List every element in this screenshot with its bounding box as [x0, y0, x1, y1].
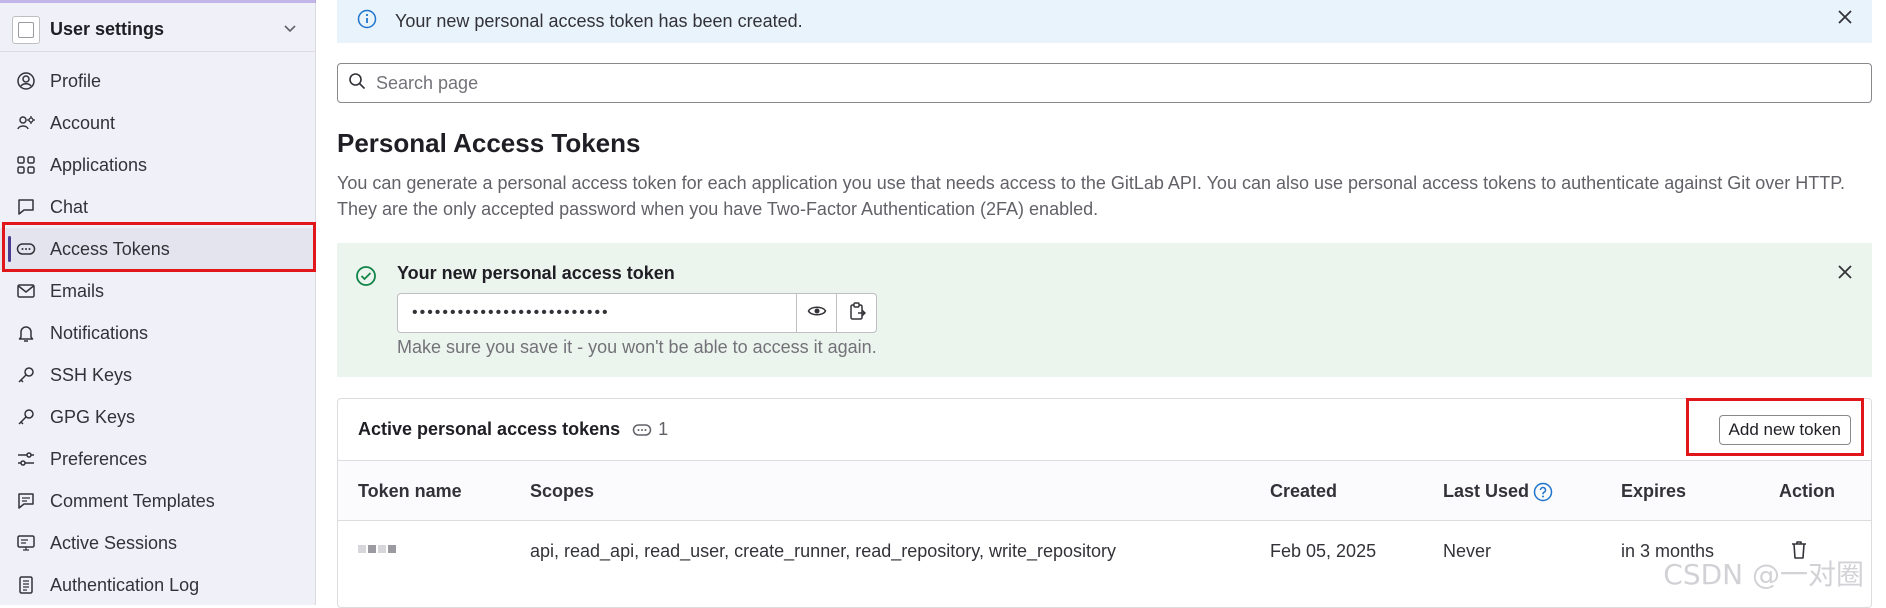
sidebar-title: User settings	[50, 19, 165, 39]
sidebar-item-active-sessions[interactable]: Active Sessions	[0, 522, 316, 564]
mail-icon	[16, 281, 36, 301]
add-new-token-button[interactable]: Add new token	[1718, 415, 1851, 445]
copy-token-button[interactable]	[837, 293, 877, 333]
eye-icon	[807, 301, 827, 326]
sidebar-item-label: GPG Keys	[50, 406, 136, 427]
chevron-down-icon[interactable]	[282, 20, 298, 41]
sidebar-item-gpg-keys[interactable]: GPG Keys	[0, 396, 316, 438]
sidebar-item-profile[interactable]: Profile	[0, 60, 316, 102]
column-header-action: Action	[1779, 481, 1835, 501]
new-token-note: Make sure you save it - you won't be abl…	[397, 337, 877, 357]
token-icon	[632, 420, 652, 440]
search-input[interactable]	[374, 71, 1871, 95]
settings-sidebar: User settings Profile Account Applicatio…	[0, 0, 316, 605]
token-icon	[16, 239, 36, 259]
profile-icon	[16, 71, 36, 91]
sidebar-item-ssh-keys[interactable]: SSH Keys	[0, 354, 316, 396]
sidebar-item-label: Profile	[50, 70, 102, 91]
column-header-token-name[interactable]: Token name	[358, 481, 462, 502]
sidebar-top-border	[0, 0, 316, 3]
active-tokens-count: 1	[658, 419, 669, 439]
token-name-masked	[358, 545, 396, 553]
applications-icon	[16, 155, 36, 175]
sidebar-item-chat[interactable]: Chat	[0, 186, 316, 228]
token-created: Feb 05, 2025	[1270, 541, 1377, 561]
sidebar-item-label: Preferences	[50, 448, 148, 469]
new-token-title: Your new personal access token	[397, 263, 675, 283]
active-tokens-title: Active personal access tokens	[358, 419, 621, 439]
column-header-created[interactable]: Created	[1270, 481, 1337, 502]
search-icon	[348, 72, 366, 95]
sidebar-item-label: Comment Templates	[50, 490, 215, 511]
token-value-field[interactable]: ••••••••••••••••••••••••••	[397, 293, 797, 333]
page-title: Personal Access Tokens	[337, 128, 641, 158]
user-avatar-icon	[12, 15, 40, 44]
token-value-group: ••••••••••••••••••••••••••	[397, 293, 877, 333]
sidebar-item-label: Applications	[50, 154, 148, 175]
column-header-expires[interactable]: Expires	[1621, 481, 1686, 502]
sidebar-item-emails[interactable]: Emails	[0, 270, 316, 312]
key-icon	[16, 365, 36, 385]
column-header-last-used-label: Last Used	[1443, 481, 1530, 501]
sidebar-item-label: SSH Keys	[50, 364, 133, 385]
sidebar-item-notifications[interactable]: Notifications	[0, 312, 316, 354]
log-icon	[16, 575, 36, 595]
table-header: Token name Scopes Created Last Used Expi…	[338, 461, 1871, 521]
sidebar-item-label: Authentication Log	[50, 574, 200, 595]
info-alert-message: Your new personal access token has been …	[395, 11, 803, 31]
key-icon	[16, 407, 36, 427]
sidebar-item-label: Access Tokens	[50, 238, 170, 259]
toggle-visibility-button[interactable]	[797, 293, 837, 333]
close-icon[interactable]	[1836, 263, 1854, 285]
account-icon	[16, 113, 36, 133]
sidebar-item-label: Account	[50, 112, 116, 133]
active-tokens-card: Active personal access tokens 1 Add new …	[337, 398, 1872, 608]
token-scopes: api, read_api, read_user, create_runner,…	[530, 541, 1117, 561]
sidebar-item-applications[interactable]: Applications	[0, 144, 316, 186]
chat-icon	[16, 197, 36, 217]
sidebar-item-preferences[interactable]: Preferences	[0, 438, 316, 480]
preferences-icon	[16, 449, 36, 469]
info-icon	[357, 9, 377, 34]
comment-icon	[16, 491, 36, 511]
question-circle-icon[interactable]	[1533, 482, 1553, 502]
sidebar-item-authentication-log[interactable]: Authentication Log	[0, 564, 316, 606]
new-token-alert: Your new personal access token •••••••••…	[337, 243, 1872, 377]
sidebar-item-label: Emails	[50, 280, 105, 301]
sidebar-item-label: Active Sessions	[50, 532, 178, 553]
info-alert: Your new personal access token has been …	[337, 0, 1872, 43]
page-description: You can generate a personal access token…	[337, 173, 1845, 219]
monitor-icon	[16, 533, 36, 553]
bell-icon	[16, 323, 36, 343]
watermark: CSDN @一对圈	[1663, 558, 1864, 591]
clipboard-icon	[847, 301, 867, 326]
sidebar-item-account[interactable]: Account	[0, 102, 316, 144]
column-header-scopes[interactable]: Scopes	[530, 481, 594, 502]
column-header-last-used[interactable]: Last Used	[1443, 481, 1553, 502]
sidebar-item-comment-templates[interactable]: Comment Templates	[0, 480, 316, 522]
close-icon[interactable]	[1836, 8, 1854, 30]
check-circle-icon	[355, 265, 377, 292]
table-row: api, read_api, read_user, create_runner,…	[338, 521, 1871, 581]
sidebar-item-access-tokens[interactable]: Access Tokens	[0, 228, 316, 270]
active-tokens-header: Active personal access tokens 1 Add new …	[338, 399, 1871, 461]
sidebar-item-label: Chat	[50, 196, 89, 217]
token-last-used: Never	[1443, 541, 1492, 561]
sidebar-item-label: Notifications	[50, 322, 149, 343]
search-page-field[interactable]	[337, 63, 1872, 103]
sidebar-header[interactable]: User settings	[0, 8, 316, 52]
